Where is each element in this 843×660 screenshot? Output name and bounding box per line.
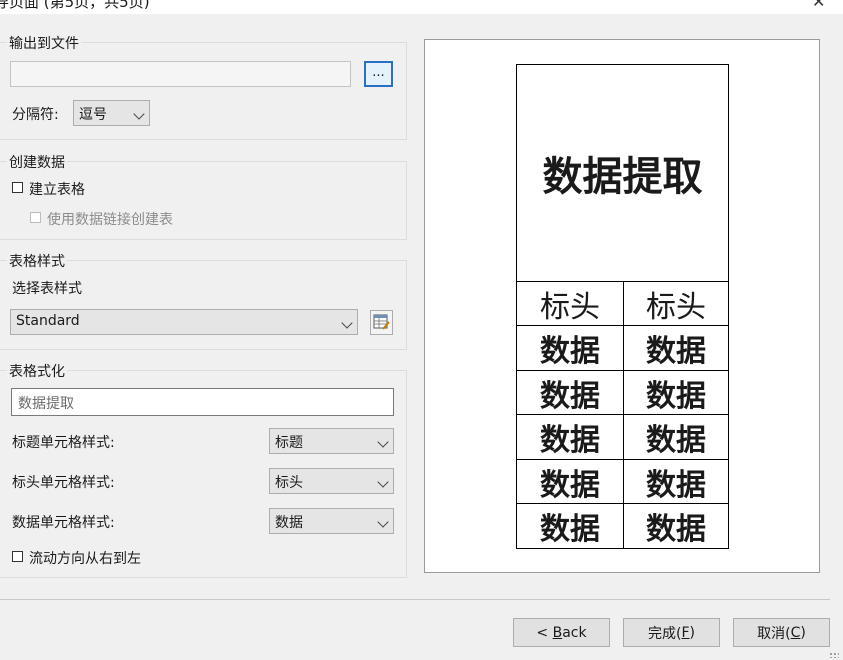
output-group-label: 输出到文件 <box>7 33 81 53</box>
build-table-label: 建立表格 <box>29 182 85 198</box>
build-table-checkbox[interactable] <box>12 182 23 193</box>
preview-title-cell: 数据提取 <box>517 65 728 281</box>
output-file-input[interactable] <box>10 61 351 87</box>
preview-data-cell: 数据 <box>517 370 623 414</box>
browse-button-label: ... <box>372 64 385 80</box>
chevron-down-icon <box>377 436 389 448</box>
cancel-button[interactable]: 取消(C) <box>733 618 830 647</box>
preview-data-cell: 数据 <box>517 459 623 503</box>
table-title-input[interactable]: 数据提取 <box>11 388 394 416</box>
table-style-icon <box>373 314 390 330</box>
data-cell-style-select[interactable]: 数据 <box>269 508 394 534</box>
separator-value: 逗号 <box>79 107 107 123</box>
title-cell-style-value: 标题 <box>275 435 303 451</box>
back-button[interactable]: < Back <box>513 618 610 647</box>
flow-rtl-checkbox[interactable] <box>12 551 23 562</box>
chevron-down-icon <box>133 108 145 120</box>
preview-data-cell: 数据 <box>517 325 623 370</box>
select-style-label: 选择表样式 <box>12 281 82 297</box>
preview-data-cell: 数据 <box>517 414 623 459</box>
preview-data-cell: 数据 <box>623 414 728 459</box>
preview-data-cell: 数据 <box>623 503 728 548</box>
preview-table: 数据提取 标头 标头 数据 数据 数据 数据 数据 数据 数据 数据 数据 数据 <box>516 64 729 549</box>
chevron-down-icon <box>341 317 353 329</box>
preview-data-cell: 数据 <box>623 325 728 370</box>
chevron-down-icon <box>377 516 389 528</box>
use-link-label: 使用数据链接创建表 <box>47 212 173 228</box>
preview-data-cell: 数据 <box>623 370 728 414</box>
preview-header-cell: 标头 <box>623 281 728 325</box>
flow-rtl-label: 流动方向从右到左 <box>29 551 141 567</box>
separator-select[interactable]: 逗号 <box>73 100 150 126</box>
browse-button[interactable]: ... <box>364 61 393 87</box>
header-cell-style-value: 标头 <box>275 475 303 491</box>
table-title-value: 数据提取 <box>18 396 74 412</box>
table-style-dialog-button[interactable] <box>370 310 393 335</box>
table-style-select[interactable]: Standard <box>10 309 358 335</box>
table-style-value: Standard <box>16 313 80 329</box>
window-title: 导页面 (第5页，共5页) <box>0 0 150 11</box>
separator-label: 分隔符: <box>12 107 59 123</box>
data-cell-style-value: 数据 <box>275 515 303 531</box>
preview-title: 数据提取 <box>542 154 703 200</box>
footer-divider <box>0 599 830 600</box>
use-link-checkbox[interactable] <box>30 212 41 223</box>
resize-grip-icon[interactable] <box>829 652 839 658</box>
title-bar: 导页面 (第5页，共5页) ✕ <box>0 0 843 14</box>
chevron-down-icon <box>377 476 389 488</box>
preview-data-cell: 数据 <box>517 503 623 548</box>
output-group <box>0 42 407 140</box>
preview-data-cell: 数据 <box>623 459 728 503</box>
title-cell-style-label: 标题单元格样式: <box>12 435 115 451</box>
create-data-group-label: 创建数据 <box>7 152 67 172</box>
close-icon[interactable]: ✕ <box>812 0 825 11</box>
preview-header-cell: 标头 <box>517 281 623 325</box>
table-style-group <box>0 260 407 350</box>
header-cell-style-select[interactable]: 标头 <box>269 468 394 494</box>
table-format-group-label: 表格式化 <box>7 361 67 381</box>
header-cell-style-label: 标头单元格样式: <box>12 475 115 491</box>
table-style-group-label: 表格样式 <box>7 251 67 271</box>
title-cell-style-select[interactable]: 标题 <box>269 428 394 454</box>
finish-button[interactable]: 完成(F) <box>623 618 720 647</box>
data-cell-style-label: 数据单元格样式: <box>12 515 115 531</box>
